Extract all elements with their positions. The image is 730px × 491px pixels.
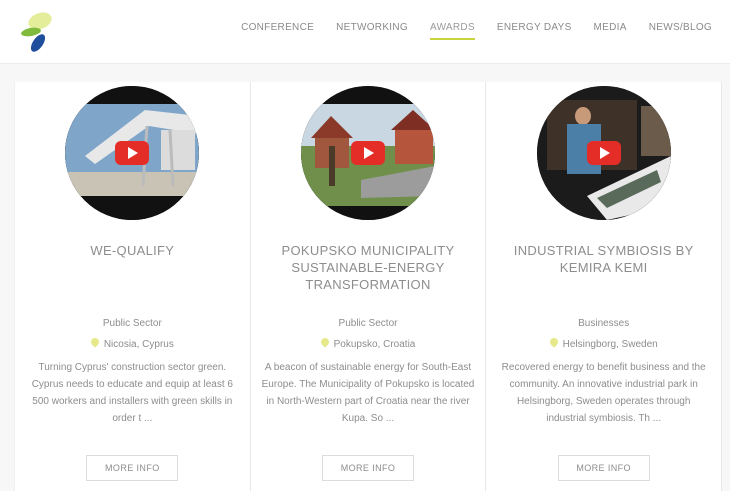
nav-news-blog[interactable]: NEWS/BLOG — [649, 22, 712, 40]
award-location: Nicosia, Cyprus — [15, 336, 250, 350]
award-location: Helsingborg, Sweden — [486, 336, 721, 350]
play-button-icon[interactable] — [586, 141, 621, 165]
more-info-button[interactable]: MORE INFO — [322, 455, 414, 481]
location-pin-icon — [89, 336, 101, 348]
award-card: INDUSTRIAL SYMBIOSIS BY KEMIRA KEMI Busi… — [486, 82, 723, 491]
nav-networking[interactable]: NETWORKING — [336, 22, 408, 40]
award-location: Pokupsko, Croatia — [251, 336, 486, 350]
location-text: Pokupsko, Croatia — [333, 339, 416, 350]
nav-energy-days[interactable]: ENERGY DAYS — [497, 22, 572, 40]
more-info-button[interactable]: MORE INFO — [86, 455, 179, 481]
award-description: Recovered energy to benefit business and… — [501, 362, 706, 424]
award-description: A beacon of sustainable energy for South… — [261, 362, 475, 424]
award-title[interactable]: WE-QUALIFY — [31, 242, 234, 259]
award-title[interactable]: INDUSTRIAL SYMBIOSIS BY KEMIRA KEMI — [502, 242, 705, 276]
video-thumbnail[interactable] — [536, 86, 671, 220]
location-pin-icon — [547, 336, 560, 348]
award-sector: Public Sector — [102, 318, 162, 329]
award-title[interactable]: POKUPSKO MUNICIPALITY SUSTAINABLE-ENERGY… — [267, 242, 470, 293]
nav-media[interactable]: MEDIA — [594, 22, 627, 40]
awards-grid: WE-QUALIFY Public Sector Nicosia, Cyprus… — [14, 82, 723, 491]
location-text: Helsingborg, Sweden — [562, 339, 658, 350]
nav-conference[interactable]: CONFERENCE — [241, 22, 314, 40]
nav-awards[interactable]: AWARDS — [429, 22, 475, 40]
award-card: WE-QUALIFY Public Sector Nicosia, Cyprus… — [14, 82, 251, 491]
video-thumbnail[interactable] — [301, 86, 435, 220]
video-thumbnail[interactable] — [65, 86, 200, 220]
play-button-icon[interactable] — [351, 141, 385, 165]
play-button-icon[interactable] — [115, 141, 150, 165]
site-logo[interactable] — [18, 10, 58, 54]
award-card: POKUPSKO MUNICIPALITY SUSTAINABLE-ENERGY… — [250, 82, 487, 491]
award-sector: Businesses — [578, 318, 630, 329]
main-nav: CONFERENCE NETWORKING AWARDS ENERGY DAYS… — [241, 22, 712, 40]
location-pin-icon — [318, 336, 331, 348]
award-sector: Public Sector — [338, 318, 398, 329]
location-text: Nicosia, Cyprus — [103, 339, 174, 350]
more-info-button[interactable]: MORE INFO — [557, 455, 650, 481]
award-description: Turning Cyprus' construction sector gree… — [31, 362, 233, 424]
site-header: CONFERENCE NETWORKING AWARDS ENERGY DAYS… — [0, 0, 730, 64]
